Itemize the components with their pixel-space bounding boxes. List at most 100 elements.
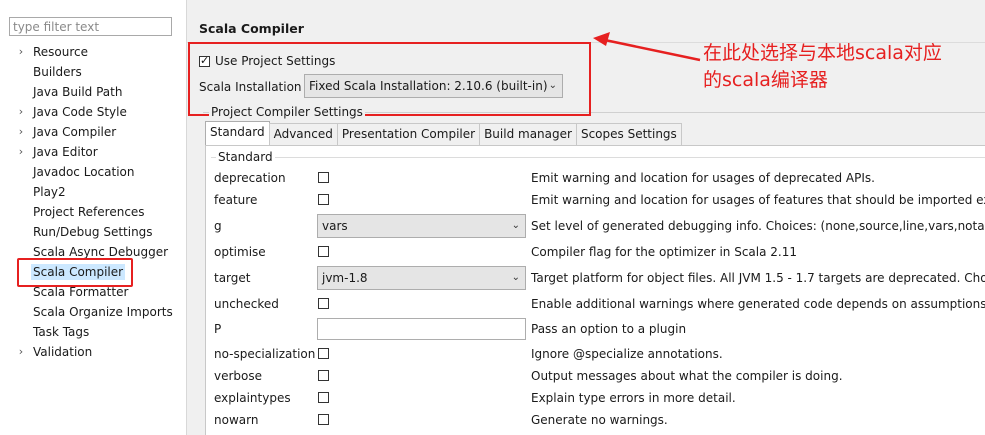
sidebar-item-validation[interactable]: › Validation [0, 342, 185, 362]
setting-description: Enable additional warnings where generat… [531, 297, 985, 311]
setting-description: Emit warning and location for usages of … [531, 193, 985, 207]
filter-input[interactable] [9, 17, 172, 36]
setting-row-unchecked: unchecked Enable additional warnings wher… [206, 294, 985, 314]
setting-name: explaintypes [214, 391, 291, 405]
setting-row-explaintypes: explaintypes Explain type errors in more … [206, 388, 985, 408]
sidebar-item-label: Java Build Path [33, 85, 123, 99]
setting-description: Ignore @specialize annotations. [531, 347, 723, 361]
chevron-right-icon[interactable]: › [16, 142, 26, 162]
sidebar-item-java-compiler[interactable]: › Java Compiler [0, 122, 185, 142]
explaintypes-checkbox[interactable] [318, 392, 329, 403]
sidebar-item-java-editor[interactable]: › Java Editor [0, 142, 185, 162]
chevron-down-icon: ⌄ [511, 220, 520, 231]
setting-description: Set level of generated debugging info. C… [531, 219, 985, 233]
check-icon[interactable] [199, 53, 210, 69]
sidebar-item-project-references[interactable]: Project References [0, 202, 185, 222]
setting-row-optimise: optimise Compiler flag for the optimizer … [206, 242, 985, 262]
setting-row-target: target jvm-1.8 ⌄ Target platform for object… [206, 266, 985, 290]
sidebar-item-scala-organize-imports[interactable]: Scala Organize Imports [0, 302, 185, 322]
chevron-right-icon[interactable]: › [16, 122, 26, 142]
target-select[interactable]: jvm-1.8 ⌄ [317, 266, 526, 290]
setting-row-no-specialization: no-specialization Ignore @specialize anno… [206, 344, 985, 364]
scala-installation-select[interactable]: Fixed Scala Installation: 2.10.6 (built-… [304, 74, 563, 98]
tab-standard[interactable]: Standard [205, 121, 270, 145]
tab-scopes-settings[interactable]: Scopes Settings [575, 123, 682, 145]
setting-description: Emit warning and location for usages of … [531, 171, 875, 185]
setting-row-verbose: verbose Output messages about what the co… [206, 366, 985, 386]
setting-description: Compiler flag for the optimizer in Scala… [531, 245, 797, 259]
tab-build-manager[interactable]: Build manager [479, 123, 577, 145]
chevron-right-icon[interactable]: › [16, 102, 26, 122]
setting-name: verbose [214, 369, 263, 383]
annotation-arrow-icon [593, 32, 701, 62]
setting-name: nowarn [214, 413, 259, 427]
setting-description: Target platform for object files. All JV… [531, 271, 985, 285]
chevron-down-icon: ⌄ [548, 80, 557, 91]
chevron-down-icon: ⌄ [511, 272, 520, 283]
setting-row-deprecation: deprecation Emit warning and location for… [206, 168, 985, 188]
sidebar-item-label: Builders [33, 65, 82, 79]
sidebar-item-label: Play2 [33, 185, 66, 199]
use-project-settings-label: Use Project Settings [215, 54, 336, 68]
sidebar-item-scala-formatter[interactable]: Scala Formatter [0, 282, 185, 302]
sidebar-item-resource[interactable]: › Resource [0, 42, 185, 62]
sidebar-item-scala-async-debugger[interactable]: Scala Async Debugger [0, 242, 185, 262]
use-project-settings-checkbox[interactable]: Use Project Settings [199, 53, 335, 69]
setting-description: Generate no warnings. [531, 413, 668, 427]
setting-name: feature [214, 193, 258, 207]
setting-row-p: P Pass an option to a plugin [206, 318, 985, 340]
compiler-tabs: Standard Advanced Presentation Compiler Bui… [205, 121, 682, 146]
page-title: Scala Compiler [199, 21, 304, 36]
deprecation-checkbox[interactable] [318, 172, 329, 183]
sidebar-item-play2[interactable]: Play2 [0, 182, 185, 202]
scala-installation-label: Scala Installation [199, 80, 302, 94]
sidebar-item-label: Scala Async Debugger [33, 245, 169, 259]
group-title: Standard [216, 150, 275, 164]
optimise-checkbox[interactable] [318, 246, 329, 257]
sidebar-item-label: Task Tags [33, 325, 90, 339]
unchecked-checkbox[interactable] [318, 298, 329, 309]
setting-description: Output messages about what the compiler … [531, 369, 843, 383]
sidebar-item-run-debug-settings[interactable]: Run/Debug Settings [0, 222, 185, 242]
setting-name: deprecation [214, 171, 286, 185]
setting-row-nowarn: nowarn Generate no warnings. [206, 410, 985, 430]
sidebar-item-label: Validation [33, 345, 93, 359]
p-text-field[interactable] [317, 318, 526, 340]
sidebar-item-label: Run/Debug Settings [33, 225, 153, 239]
chevron-right-icon[interactable]: › [16, 42, 26, 62]
sidebar-item-javadoc-location[interactable]: Javadoc Location [0, 162, 185, 182]
sidebar-item-label: Javadoc Location [33, 165, 135, 179]
sidebar-item-label: Project References [33, 205, 145, 219]
property-page-tree: › Resource Builders Java Build Path › Java Co… [0, 42, 185, 362]
sidebar-item-scala-compiler[interactable]: Scala Compiler [0, 262, 185, 282]
sidebar-item-label: Java Compiler [33, 125, 117, 139]
setting-row-feature: feature Emit warning and location for usa… [206, 190, 985, 210]
sidebar-item-label: Scala Organize Imports [33, 305, 173, 319]
setting-description: Explain type errors in more detail. [531, 391, 736, 405]
sidebar-item-java-build-path[interactable]: Java Build Path [0, 82, 185, 102]
setting-name: no-specialization [214, 347, 316, 361]
g-select[interactable]: vars ⌄ [317, 214, 526, 238]
tab-advanced[interactable]: Advanced [268, 123, 338, 145]
standard-settings-panel: Standard deprecation Emit warning and loc… [205, 145, 985, 435]
sidebar-item-java-code-style[interactable]: › Java Code Style [0, 102, 185, 122]
sidebar-item-builders[interactable]: Builders [0, 62, 185, 82]
setting-description: Pass an option to a plugin [531, 322, 687, 336]
sidebar-item-label: Scala Compiler [31, 264, 126, 280]
sidebar-item-label: Resource [33, 45, 89, 59]
setting-name: unchecked [214, 297, 279, 311]
tab-presentation-compiler[interactable]: Presentation Compiler [336, 123, 481, 145]
chevron-right-icon[interactable]: › [16, 342, 26, 362]
verbose-checkbox[interactable] [318, 370, 329, 381]
feature-checkbox[interactable] [318, 194, 329, 205]
setting-name: g [214, 219, 222, 233]
nowarn-checkbox[interactable] [318, 414, 329, 425]
sidebar-item-task-tags[interactable]: Task Tags [0, 322, 185, 342]
setting-row-g: g vars ⌄ Set level of generated debugging i… [206, 214, 985, 238]
project-compiler-settings-label: Project Compiler Settings [209, 105, 365, 119]
sidebar-item-label: Java Editor [33, 145, 98, 159]
sidebar-item-label: Java Code Style [33, 105, 127, 119]
setting-name: target [214, 271, 251, 285]
no-specialization-checkbox[interactable] [318, 348, 329, 359]
group-separator [211, 157, 985, 158]
